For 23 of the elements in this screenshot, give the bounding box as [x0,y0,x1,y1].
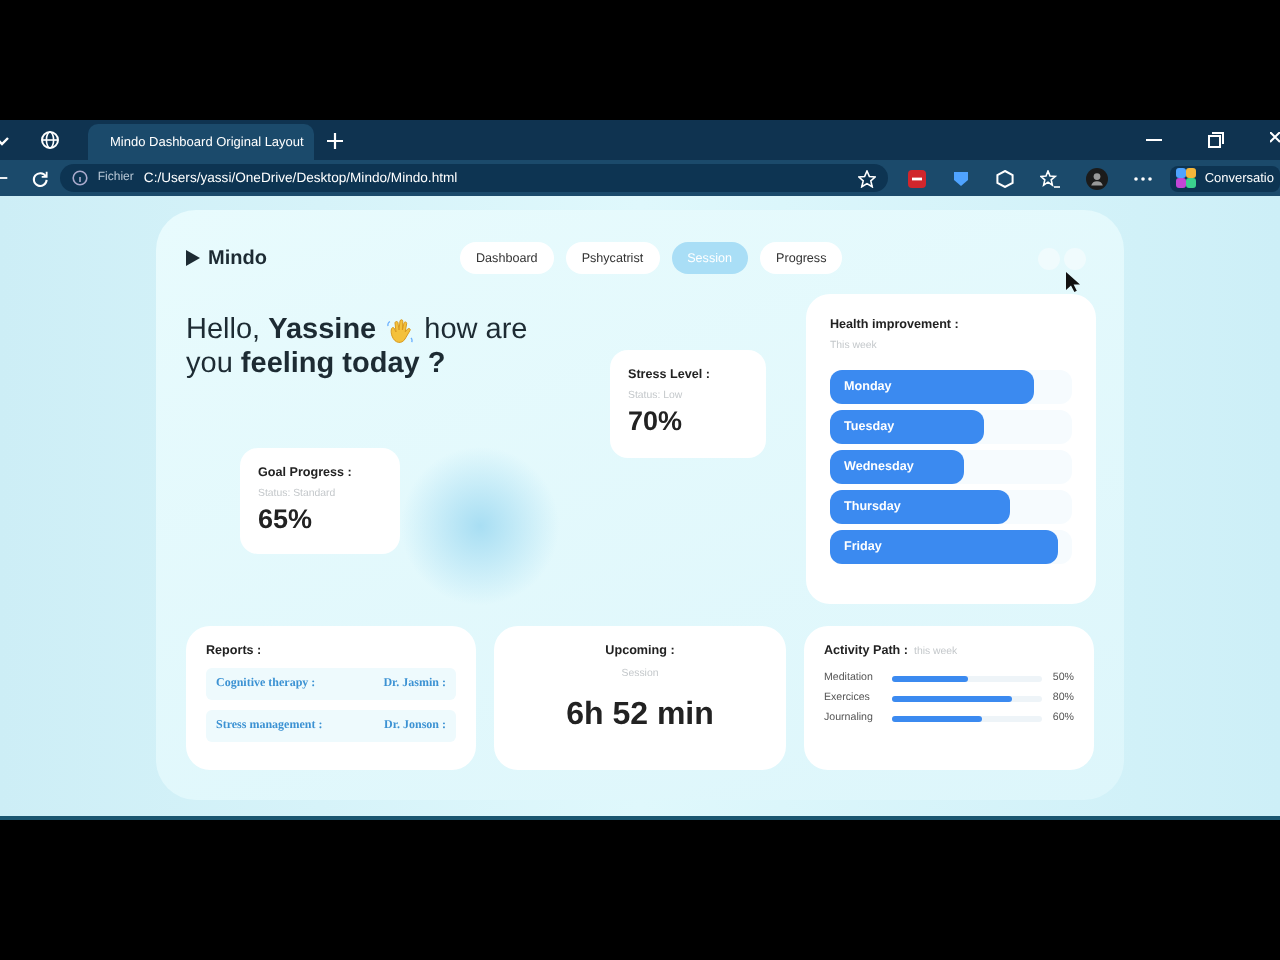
refresh-icon[interactable] [31,169,48,187]
extension-icon[interactable] [996,169,1015,187]
profile-icon[interactable] [1086,167,1109,189]
greeting-text: you feeling today ? [186,348,446,382]
time-value: 6h 52 min [564,698,716,734]
star-icon[interactable] [858,169,877,187]
stat-value: 65% [258,504,315,534]
copilot-icon [1176,168,1197,188]
cursor-icon [1066,272,1080,292]
greeting-text: Hello, Yassine [186,314,377,348]
plus-icon[interactable] [326,131,344,149]
close-icon[interactable] [1270,132,1280,148]
greeting-text: how are [424,314,528,348]
globe-icon[interactable] [40,130,60,150]
info-icon [71,170,88,186]
waving-hand-icon [386,317,415,345]
extension-icon[interactable] [908,169,927,187]
restore-icon[interactable] [1208,132,1224,148]
stat-value: 70% [628,406,685,436]
more-icon[interactable] [1134,175,1153,181]
favorites-icon[interactable] [1040,169,1061,187]
logo-text: Mindo [208,247,267,269]
play-icon [186,250,200,266]
